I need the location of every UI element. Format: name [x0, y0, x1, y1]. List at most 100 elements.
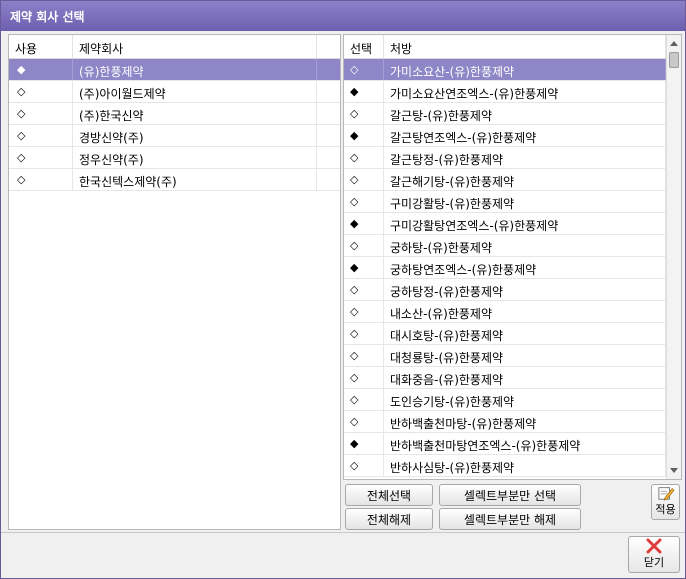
- prescription-name: 내소산-(유)한풍제약: [384, 301, 666, 322]
- header-use[interactable]: 사용: [9, 35, 73, 58]
- prescription-select-toggle[interactable]: ◇: [344, 389, 384, 410]
- prescription-select-toggle[interactable]: ◆: [344, 257, 384, 278]
- company-use-toggle[interactable]: ◇: [9, 81, 73, 102]
- select-all-button[interactable]: 전체선택: [345, 484, 433, 506]
- header-select[interactable]: 선택: [344, 35, 384, 58]
- prescription-name: 구미강활탕연조엑스-(유)한풍제약: [384, 213, 666, 234]
- prescription-row[interactable]: ◆ 가미소요산연조엑스-(유)한풍제약: [344, 81, 681, 103]
- prescription-name: 대시호탕-(유)한풍제약: [384, 323, 666, 344]
- company-row[interactable]: ◇ 한국신텍스제약(주): [9, 169, 340, 191]
- prescription-row[interactable]: ◇ 궁하탕정-(유)한풍제약: [344, 279, 681, 301]
- prescription-row[interactable]: ◇ 대화중음-(유)한풍제약: [344, 367, 681, 389]
- prescription-name: 궁하탕정-(유)한풍제약: [384, 279, 666, 300]
- prescription-row[interactable]: ◇ 반하사심탕-(유)한풍제약: [344, 455, 681, 477]
- company-use-toggle[interactable]: ◇: [9, 169, 73, 190]
- company-row[interactable]: ◇ (주)한국신약: [9, 103, 340, 125]
- company-name: (주)한국신약: [73, 103, 317, 124]
- prescription-select-toggle[interactable]: ◇: [344, 103, 384, 124]
- prescription-name: 가미소요산연조엑스-(유)한풍제약: [384, 81, 666, 102]
- deselect-all-button[interactable]: 전체해제: [345, 508, 433, 530]
- prescription-row[interactable]: ◇ 대시호탕-(유)한풍제약: [344, 323, 681, 345]
- company-row[interactable]: ◇ 경방신약(주): [9, 125, 340, 147]
- vertical-scrollbar[interactable]: [666, 35, 681, 479]
- prescription-select-toggle[interactable]: ◇: [344, 411, 384, 432]
- prescription-name: 궁하탕-(유)한풍제약: [384, 235, 666, 256]
- close-label: 닫기: [643, 556, 665, 569]
- close-x-icon: [646, 538, 662, 554]
- prescription-select-toggle[interactable]: ◇: [344, 169, 384, 190]
- company-rows: ◆ (유)한풍제약 ◇ (주)아이월드제약 ◇ (주)한국신약 ◇ 경방신약(주) ◇ 정우신약(…: [9, 59, 340, 191]
- prescription-select-toggle[interactable]: ◆: [344, 433, 384, 454]
- company-use-toggle[interactable]: ◇: [9, 103, 73, 124]
- prescription-row[interactable]: ◇ 갈근탕-(유)한풍제약: [344, 103, 681, 125]
- prescription-grid: 선택 처방 ◇ 가미소요산-(유)한풍제약 ◆ 가미소요산연조엑스-(유)한풍제약 ◇ 갈…: [343, 34, 682, 480]
- prescription-row[interactable]: ◆ 반하백출천마탕연조엑스-(유)한풍제약: [344, 433, 681, 455]
- apply-pencil-icon: [657, 487, 674, 501]
- prescription-select-toggle[interactable]: ◇: [344, 235, 384, 256]
- company-name: (유)한풍제약: [73, 59, 317, 80]
- prescription-row[interactable]: ◆ 궁하탕연조엑스-(유)한풍제약: [344, 257, 681, 279]
- prescription-select-toggle[interactable]: ◇: [344, 191, 384, 212]
- scroll-down-arrow-icon[interactable]: [670, 468, 678, 473]
- close-button[interactable]: 닫기: [628, 536, 680, 573]
- apply-label: 적용: [655, 503, 676, 516]
- prescription-name: 도인승기탕-(유)한풍제약: [384, 389, 666, 410]
- prescription-select-toggle[interactable]: ◇: [344, 279, 384, 300]
- prescription-row[interactable]: ◇ 가미소요산-(유)한풍제약: [344, 59, 681, 81]
- header-company[interactable]: 제약회사: [73, 35, 317, 58]
- prescription-row[interactable]: ◇ 갈근해기탕-(유)한풍제약: [344, 169, 681, 191]
- company-name: 경방신약(주): [73, 125, 317, 146]
- company-name: 정우신약(주): [73, 147, 317, 168]
- prescription-row[interactable]: ◆ 구미강활탕연조엑스-(유)한풍제약: [344, 213, 681, 235]
- prescription-name: 갈근탕정-(유)한풍제약: [384, 147, 666, 168]
- prescription-select-toggle[interactable]: ◆: [344, 81, 384, 102]
- prescription-row[interactable]: ◇ 구미강활탕-(유)한풍제약: [344, 191, 681, 213]
- company-name: 한국신텍스제약(주): [73, 169, 317, 190]
- prescription-name: 대화중음-(유)한풍제약: [384, 367, 666, 388]
- prescription-name: 궁하탕연조엑스-(유)한풍제약: [384, 257, 666, 278]
- prescription-row[interactable]: ◆ 갈근탕연조엑스-(유)한풍제약: [344, 125, 681, 147]
- prescription-name: 갈근탕-(유)한풍제약: [384, 103, 666, 124]
- prescription-grid-header: 선택 처방: [344, 35, 681, 59]
- prescription-name: 갈근탕연조엑스-(유)한풍제약: [384, 125, 666, 146]
- prescription-select-toggle[interactable]: ◇: [344, 455, 384, 476]
- select-part-button[interactable]: 셀렉트부분만 선택: [439, 484, 581, 506]
- prescription-name: 반하사심탕-(유)한풍제약: [384, 455, 666, 476]
- company-row[interactable]: ◇ 정우신약(주): [9, 147, 340, 169]
- prescription-row[interactable]: ◇ 도인승기탕-(유)한풍제약: [344, 389, 681, 411]
- prescription-name: 반하백출천마탕-(유)한풍제약: [384, 411, 666, 432]
- prescription-select-toggle[interactable]: ◇: [344, 147, 384, 168]
- scroll-thumb[interactable]: [669, 52, 679, 68]
- scroll-up-arrow-icon[interactable]: [670, 41, 678, 46]
- apply-button[interactable]: 적용: [651, 484, 680, 520]
- prescription-name: 구미강활탕-(유)한풍제약: [384, 191, 666, 212]
- company-grid-header: 사용 제약회사: [9, 35, 340, 59]
- prescription-select-toggle[interactable]: ◇: [344, 345, 384, 366]
- prescription-select-toggle[interactable]: ◆: [344, 213, 384, 234]
- prescription-select-toggle[interactable]: ◇: [344, 301, 384, 322]
- prescription-row[interactable]: ◇ 내소산-(유)한풍제약: [344, 301, 681, 323]
- prescription-row[interactable]: ◇ 반하백출천마탕-(유)한풍제약: [344, 411, 681, 433]
- company-use-toggle[interactable]: ◇: [9, 147, 73, 168]
- prescription-row[interactable]: ◇ 궁하탕-(유)한풍제약: [344, 235, 681, 257]
- company-grid: 사용 제약회사 ◆ (유)한풍제약 ◇ (주)아이월드제약 ◇ (주)한국신약 ◇ 경방신약(…: [8, 34, 341, 530]
- company-row[interactable]: ◆ (유)한풍제약: [9, 59, 340, 81]
- company-name: (주)아이월드제약: [73, 81, 317, 102]
- prescription-row[interactable]: ◇ 대청룡탕-(유)한풍제약: [344, 345, 681, 367]
- prescription-select-toggle[interactable]: ◇: [344, 367, 384, 388]
- prescription-name: 갈근해기탕-(유)한풍제약: [384, 169, 666, 190]
- company-use-toggle[interactable]: ◇: [9, 125, 73, 146]
- header-prescription[interactable]: 처방: [384, 35, 666, 58]
- company-select-window: 제약 회사 선택 사용 제약회사 ◆ (유)한풍제약 ◇ (주)아이월드제약 ◇ (주)한…: [0, 0, 686, 579]
- prescription-name: 가미소요산-(유)한풍제약: [384, 59, 666, 80]
- prescription-name: 반하백출천마탕연조엑스-(유)한풍제약: [384, 433, 666, 454]
- deselect-part-button[interactable]: 셀렉트부분만 해제: [439, 508, 581, 530]
- prescription-select-toggle[interactable]: ◇: [344, 323, 384, 344]
- company-use-toggle[interactable]: ◆: [9, 59, 73, 80]
- prescription-select-toggle[interactable]: ◇: [344, 59, 384, 80]
- company-row[interactable]: ◇ (주)아이월드제약: [9, 81, 340, 103]
- prescription-select-toggle[interactable]: ◆: [344, 125, 384, 146]
- prescription-name: 대청룡탕-(유)한풍제약: [384, 345, 666, 366]
- footer-divider: [1, 532, 685, 533]
- prescription-row[interactable]: ◇ 갈근탕정-(유)한풍제약: [344, 147, 681, 169]
